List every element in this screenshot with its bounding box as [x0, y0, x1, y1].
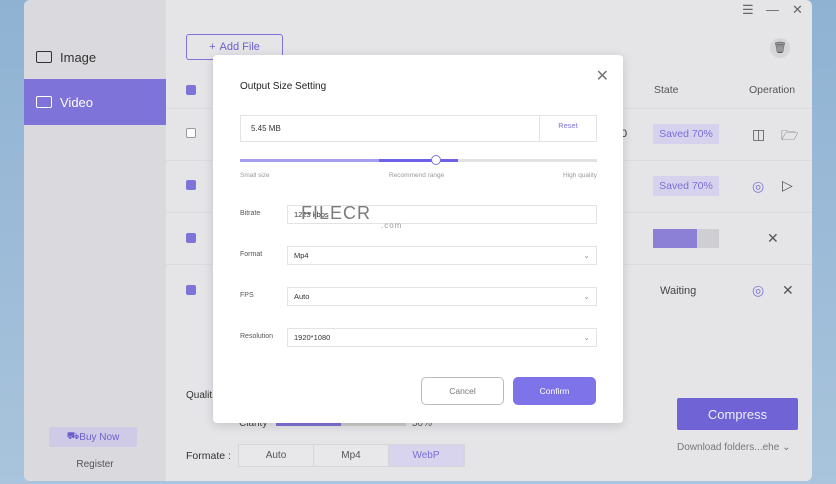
progress-fill [653, 229, 698, 248]
play-icon[interactable]: ▷ [782, 177, 793, 194]
minimize-icon[interactable]: — [766, 2, 779, 17]
progress-bar [653, 229, 719, 248]
format-selector: Auto Mp4 WebP [238, 444, 465, 467]
fps-select[interactable]: Auto ⌄ [287, 287, 597, 306]
video-icon [36, 96, 52, 108]
state-header: State [654, 84, 679, 96]
cart-icon: ⛟ [66, 430, 80, 442]
status-text: Waiting [660, 285, 697, 297]
settings-icon[interactable]: ◎ [752, 178, 764, 195]
chevron-down-icon: ⌄ [583, 333, 590, 342]
settings-icon[interactable]: ◎ [752, 282, 764, 299]
buy-now-button[interactable]: ⛟ Buy Now [49, 427, 137, 447]
resolution-select[interactable]: 1920*1080 ⌄ [287, 328, 597, 347]
sidebar-item-video[interactable]: Video [24, 79, 166, 125]
output-size-dialog: Output Size Setting ✕ 5.45 MB Reset Small… [213, 55, 623, 423]
bitrate-label: Bitrate [240, 210, 261, 217]
size-input[interactable]: 5.45 MB Reset [240, 115, 597, 142]
trash-icon[interactable]: 🗑 [770, 38, 790, 58]
folder-icon[interactable]: 🗁 [781, 125, 798, 149]
status-badge: Saved 70% [653, 176, 719, 196]
fps-value: Auto [294, 292, 310, 301]
recommend-range-label: Recommend range [389, 172, 445, 179]
format-select[interactable]: Mp4 ⌄ [287, 246, 597, 265]
format-field-label: Format [240, 251, 263, 258]
row-checkbox[interactable] [186, 233, 196, 243]
format-option-mp4[interactable]: Mp4 [314, 445, 389, 466]
watermark-sub: .com [381, 221, 403, 230]
small-size-label: Small size [240, 172, 270, 179]
menu-icon[interactable]: ☰ [742, 2, 754, 18]
chevron-down-icon: ⌄ [583, 251, 590, 260]
operation-header: Operation [749, 84, 796, 96]
download-folder-select[interactable]: Download folders...ehe ⌄ [677, 442, 790, 453]
row-checkbox[interactable] [186, 180, 196, 190]
close-icon[interactable]: ✕ [596, 66, 609, 86]
slider-fill [240, 159, 380, 162]
quality-label: Qualit [186, 390, 213, 401]
sidebar-item-label: Image [60, 49, 97, 65]
size-value: 5.45 MB [251, 124, 281, 133]
add-file-label: Add File [219, 41, 260, 53]
image-icon [36, 51, 52, 63]
chevron-down-icon: ⌄ [782, 442, 791, 453]
status-badge: Saved 70% [653, 124, 719, 144]
confirm-button[interactable]: Confirm [513, 377, 596, 405]
format-option-webp[interactable]: WebP [389, 445, 464, 466]
watermark-text: FILECR [301, 203, 372, 223]
close-window-icon[interactable]: ✕ [792, 2, 803, 18]
slider-thumb[interactable] [431, 155, 442, 165]
size-slider[interactable] [240, 155, 597, 165]
fps-label: FPS [240, 292, 254, 299]
cancel-button[interactable]: Cancel [421, 377, 504, 405]
row-checkbox[interactable] [186, 285, 196, 295]
reset-button[interactable]: Reset [539, 116, 596, 141]
clarity-slider[interactable] [276, 423, 406, 426]
dialog-title: Output Size Setting [240, 81, 327, 92]
select-all-checkbox[interactable] [186, 85, 196, 95]
resolution-label: Resolution [240, 333, 274, 340]
cancel-icon[interactable]: ✕ [767, 230, 779, 247]
sidebar-item-label: Video [60, 94, 94, 110]
watermark: FILECR .com [301, 203, 401, 230]
resolution-value: 1920*1080 [294, 333, 331, 342]
format-option-auto[interactable]: Auto [239, 445, 314, 466]
recommend-range [379, 159, 458, 162]
download-folder-label: Download folders...ehe [677, 442, 780, 453]
format-label: Formate : [186, 450, 231, 462]
register-link[interactable]: Register [24, 459, 166, 470]
chevron-down-icon: ⌄ [583, 292, 590, 301]
plus-icon: + [209, 41, 216, 53]
row-checkbox[interactable] [186, 128, 196, 138]
high-quality-label: High quality [563, 172, 597, 179]
format-value: Mp4 [294, 251, 309, 260]
sidebar-item-image[interactable]: Image [24, 34, 166, 80]
compare-icon[interactable]: ◫ [752, 126, 765, 143]
remove-icon[interactable]: ✕ [782, 282, 794, 299]
compress-button[interactable]: Compress [677, 398, 798, 430]
sidebar: Image Video ⛟ Buy Now Register [24, 0, 166, 481]
clarity-fill [276, 423, 341, 426]
buy-now-label: Buy Now [79, 431, 120, 443]
